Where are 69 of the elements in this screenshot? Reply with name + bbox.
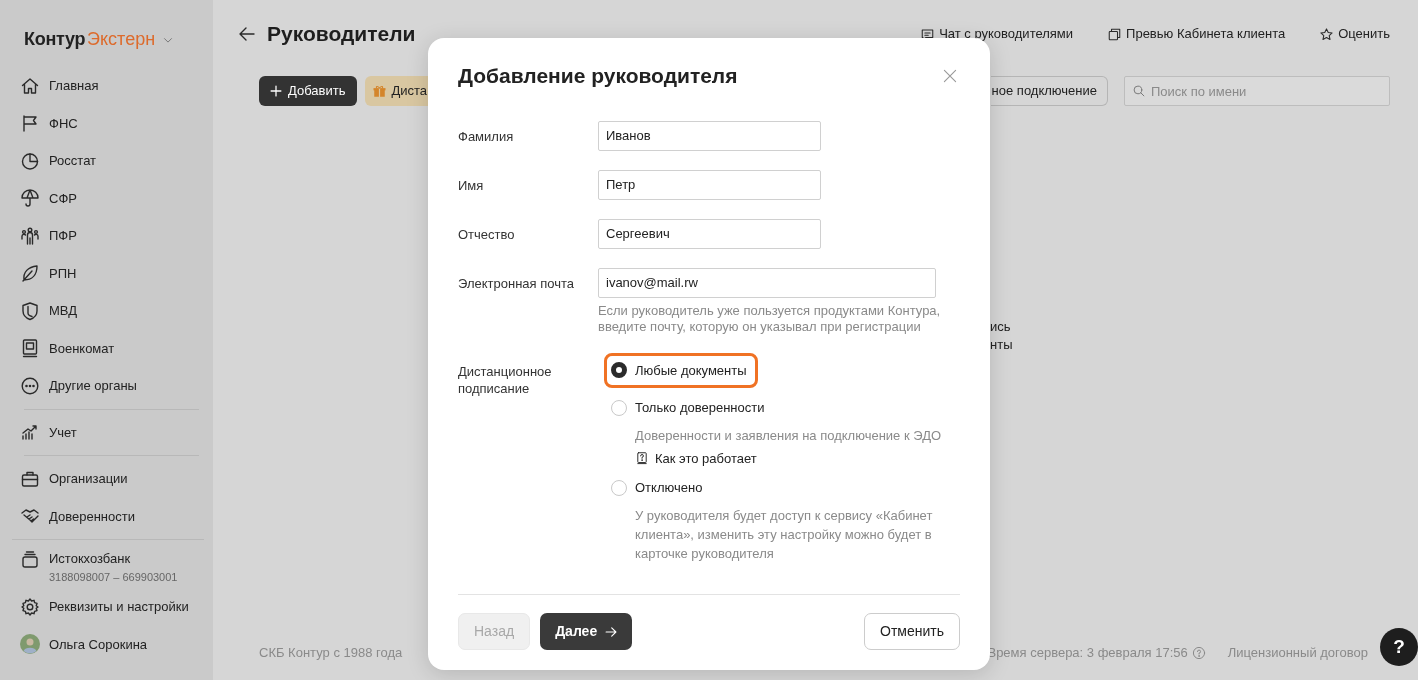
text-fragment: ись xyxy=(990,318,1012,336)
gift-button[interactable]: Диста xyxy=(365,76,429,106)
home-icon[interactable] xyxy=(20,75,40,96)
field-label: Фамилия xyxy=(458,127,515,145)
add-button[interactable]: Добавить xyxy=(259,76,358,106)
windows-icon xyxy=(1107,26,1123,42)
field-label: Отчество xyxy=(458,225,516,243)
sidebar-item[interactable]: СФР xyxy=(49,188,77,208)
close-icon xyxy=(942,67,958,84)
input-field[interactable]: Иванов xyxy=(598,120,821,151)
star-icon xyxy=(1319,26,1335,42)
leaf-icon[interactable] xyxy=(20,263,40,284)
sidebar-item[interactable]: Росстат xyxy=(49,151,97,171)
field-label: Имя xyxy=(458,176,485,194)
hint-text: Если руководитель уже пользуется продуктами Контура, введите почту, которую он указывал при регистрации xyxy=(598,302,942,335)
sidebar-item[interactable]: ФНС xyxy=(49,113,78,133)
sidebar-item[interactable]: Военкомат xyxy=(49,338,115,358)
help-button[interactable]: ? xyxy=(1380,628,1418,666)
input-field[interactable]: Сергеевич xyxy=(598,218,821,249)
question-book-icon xyxy=(635,451,649,466)
sidebar-item[interactable]: Истокхозбанк xyxy=(49,549,178,569)
plus-icon xyxy=(269,84,283,98)
stack-icon[interactable] xyxy=(20,549,40,569)
more-icon[interactable] xyxy=(20,375,40,396)
help-link[interactable]: Как это работает xyxy=(635,448,757,468)
radio-label[interactable]: Отключено xyxy=(635,478,703,498)
field-label: Дистанционное подписание xyxy=(458,362,553,397)
shield-icon[interactable] xyxy=(20,300,40,321)
gear-icon[interactable] xyxy=(20,596,40,617)
growth-chart-icon[interactable] xyxy=(20,422,40,443)
copyright-text: СКБ Контур с 1988 года xyxy=(259,644,403,663)
flag-icon[interactable] xyxy=(20,113,40,134)
sidebar-item[interactable]: Организации xyxy=(49,469,128,489)
input-field[interactable]: ivanov@mail.rw xyxy=(598,267,936,298)
close-button[interactable] xyxy=(942,67,958,84)
sidebar-item[interactable]: МВД xyxy=(49,301,78,321)
field-label: Электронная почта xyxy=(458,274,575,292)
pie-chart-icon[interactable] xyxy=(20,150,40,171)
sidebar-item[interactable]: Реквизиты и настройки xyxy=(49,597,189,617)
user-name[interactable]: Ольга Сорокина xyxy=(49,634,148,654)
text-fragment: нты xyxy=(990,336,1014,354)
radio-label[interactable]: Только доверенности xyxy=(635,398,765,418)
logo[interactable]: КонтурЭкстерн xyxy=(24,26,156,53)
umbrella-icon[interactable] xyxy=(20,188,40,209)
page-title: Руководители xyxy=(267,21,416,48)
sidebar-item[interactable]: Главная xyxy=(49,76,99,96)
input-field[interactable]: Петр xyxy=(598,169,821,200)
header-link[interactable]: Чат с руководителями xyxy=(920,24,1074,44)
dialog-title: Добавление руководителя xyxy=(458,63,738,89)
people-icon[interactable] xyxy=(20,225,40,246)
gift-icon xyxy=(372,83,388,99)
org-codes: 3188098007 – 669903001 xyxy=(49,569,178,585)
option-description: Доверенности и заявления на подключение к ЭДО xyxy=(635,426,943,445)
search-icon xyxy=(1132,84,1146,98)
header-link[interactable]: Оценить xyxy=(1319,24,1390,44)
sidebar-item[interactable]: Другие органы xyxy=(49,376,137,396)
header-link[interactable]: Превью Кабинета клиента xyxy=(1107,24,1286,44)
cancel-button[interactable]: Отменить xyxy=(864,613,960,650)
sidebar-item[interactable]: РПН xyxy=(49,263,77,283)
radio-label[interactable]: Любые документы xyxy=(635,360,747,380)
sidebar-item[interactable]: Доверенности xyxy=(49,506,135,526)
arrow-right-icon xyxy=(604,624,619,639)
search-field[interactable]: Поиск по имени xyxy=(1124,76,1390,106)
sidebar-item[interactable]: ПФР xyxy=(49,226,77,246)
next-button[interactable]: Далее xyxy=(540,613,633,650)
device-icon[interactable] xyxy=(20,338,40,359)
option-description: У руководителя будет доступ к сервису «Кабинет клиента», изменить эту настройку можно будет в карточке руководителя xyxy=(635,506,934,563)
radio-button[interactable] xyxy=(611,362,627,379)
sidebar-item[interactable]: Учет xyxy=(49,422,77,442)
